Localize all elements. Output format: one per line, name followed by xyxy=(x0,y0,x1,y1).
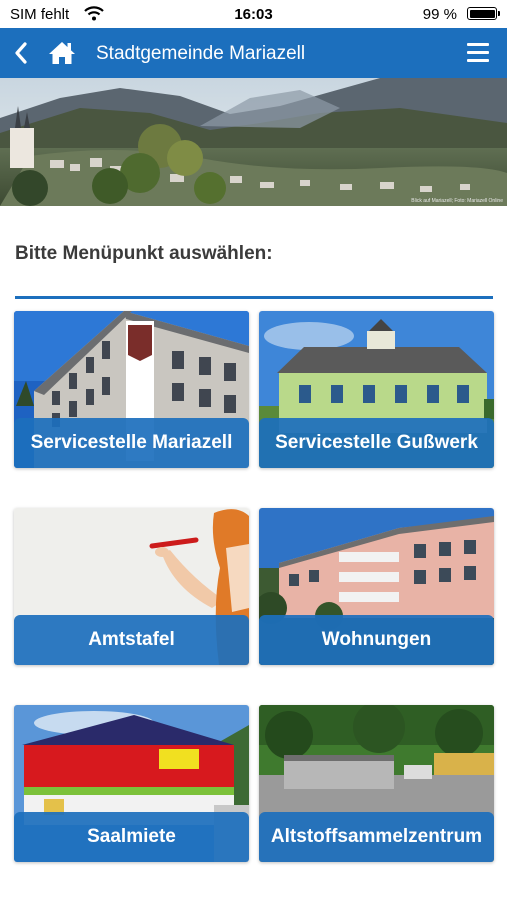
tile-label: Wohnungen xyxy=(259,615,494,665)
tile-label: Amtstafel xyxy=(14,615,249,665)
tile-label: Saalmiete xyxy=(14,812,249,862)
tile-label: Servicestelle Mariazell xyxy=(14,418,249,468)
image-credit: Blick auf Mariazell; Foto: Mariazell Onl… xyxy=(411,198,503,204)
tile-altstoffsammelzentrum[interactable]: Altstoffsammelzentrum xyxy=(259,705,494,862)
page-title: Stadtgemeinde Mariazell xyxy=(96,43,306,64)
tile-servicestelle-mariazell[interactable]: Servicestelle Mariazell xyxy=(14,311,249,468)
divider xyxy=(15,296,493,299)
tile-amtstafel[interactable]: Amtstafel xyxy=(14,508,249,665)
tile-label: Altstoffsammelzentrum xyxy=(259,812,494,862)
tile-servicestelle-gusswerk[interactable]: Servicestelle Gußwerk xyxy=(259,311,494,468)
menu-prompt: Bitte Menüpunkt auswählen: xyxy=(15,243,273,264)
battery-icon xyxy=(467,7,500,20)
tile-label: Servicestelle Gußwerk xyxy=(259,418,494,468)
hamburger-menu-icon[interactable] xyxy=(467,43,489,63)
tile-wohnungen[interactable]: Wohnungen xyxy=(259,508,494,665)
battery-percent: 99 % xyxy=(422,6,457,23)
chevron-left-icon[interactable] xyxy=(10,39,32,67)
hero-image: Blick auf Mariazell; Foto: Mariazell Onl… xyxy=(0,78,507,206)
navigation-bar: Stadtgemeinde Mariazell xyxy=(0,28,507,78)
tile-saalmiete[interactable]: Saalmiete xyxy=(14,705,249,862)
status-bar: SIM fehlt 16:03 99 % xyxy=(0,0,507,28)
home-icon[interactable] xyxy=(48,40,76,66)
